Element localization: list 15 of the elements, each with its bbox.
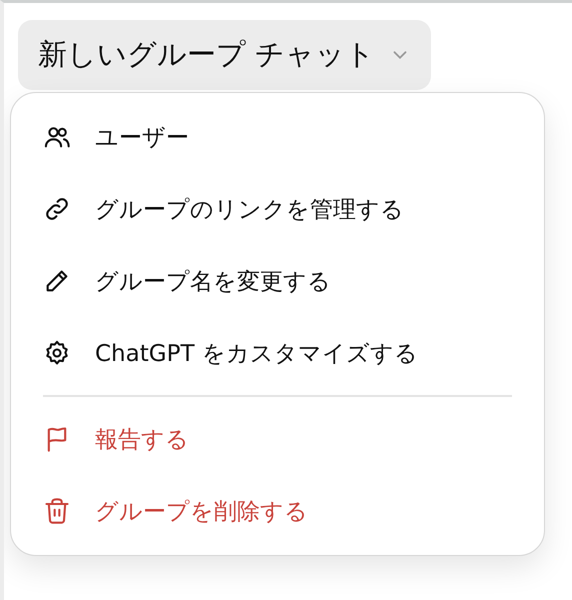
menu-item-label: グループのリンクを管理する	[95, 196, 404, 224]
menu-item[interactable]: ChatGPT をカスタマイズする	[11, 317, 544, 389]
menu-item-label: 報告する	[95, 426, 189, 454]
menu-item-label: ChatGPT をカスタマイズする	[95, 340, 418, 368]
menu-item[interactable]: グループ名を変更する	[11, 245, 544, 317]
link-icon	[43, 195, 71, 223]
group-chat-title-button[interactable]: 新しいグループ チャット	[18, 20, 432, 90]
trash-icon	[43, 497, 71, 525]
menu-item[interactable]: ユーザー	[11, 101, 544, 173]
menu-item[interactable]: グループを削除する	[11, 475, 544, 547]
menu-item-label: グループ名を変更する	[95, 268, 331, 296]
menu-item[interactable]: グループのリンクを管理する	[11, 173, 544, 245]
menu-item-label: ユーザー	[95, 124, 189, 152]
menu-item-label: グループを削除する	[95, 498, 308, 526]
menu-item[interactable]: 報告する	[11, 403, 544, 475]
